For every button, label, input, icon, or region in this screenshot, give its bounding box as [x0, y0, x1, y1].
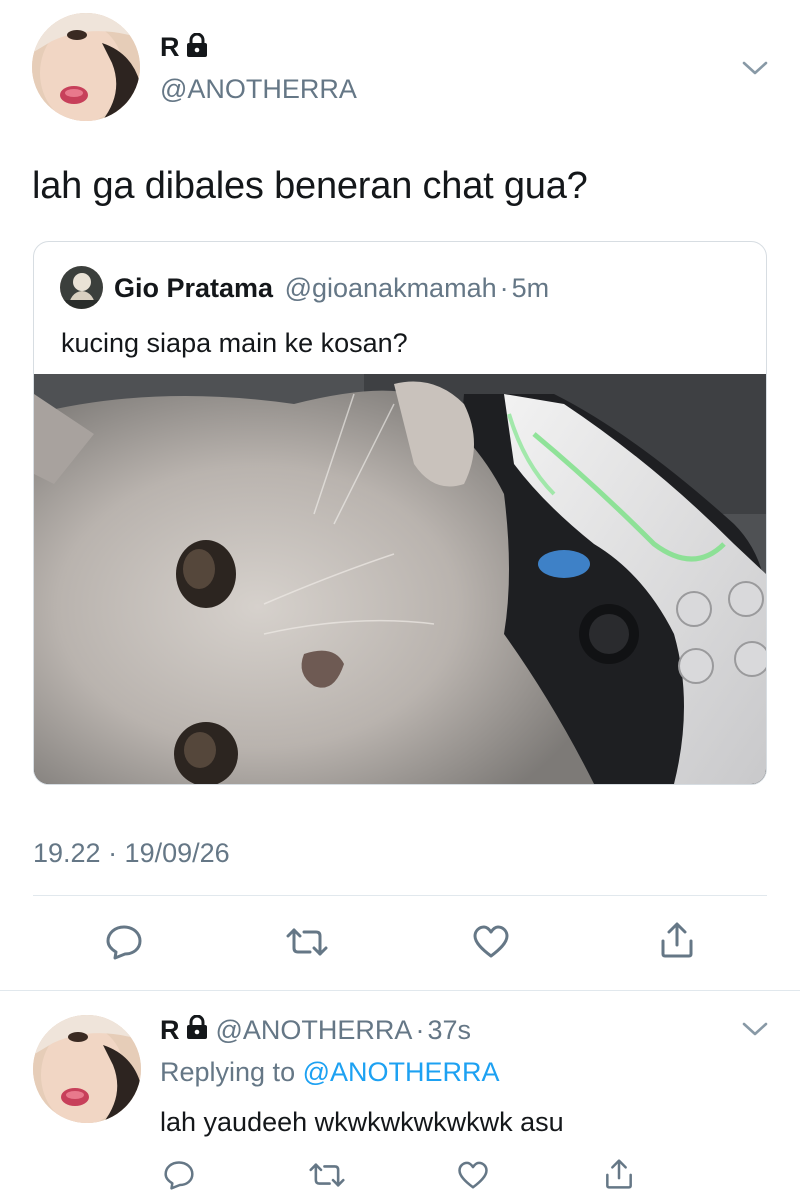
- quoted-author-avatar: [60, 266, 103, 309]
- tweet-timestamp[interactable]: 19.22 · 19/09/26: [33, 837, 230, 869]
- like-icon[interactable]: [451, 1153, 495, 1197]
- quoted-author-avatar-image: [60, 266, 103, 309]
- quoted-handle: @gioanakmamah: [284, 273, 497, 303]
- author-handle[interactable]: @ANOTHERRA: [160, 73, 357, 105]
- tweet-text: lah ga dibales beneran chat gua?: [32, 165, 588, 207]
- author-avatar-image: [32, 13, 140, 121]
- reply-author-avatar[interactable]: [33, 1015, 141, 1123]
- retweet-icon[interactable]: [305, 1153, 349, 1197]
- reply-author-avatar-image: [33, 1015, 141, 1123]
- chevron-down-icon[interactable]: [733, 46, 777, 90]
- quoted-tweet-card[interactable]: Gio Pratama @gioanakmamah · 5m kucing siap…: [33, 241, 767, 785]
- reply-tweet-text: lah yaudeeh wkwkwkwkwkwk asu: [160, 1107, 564, 1137]
- reply-icon[interactable]: [157, 1153, 201, 1197]
- reply-time[interactable]: 37s: [427, 1015, 471, 1046]
- replying-to-label: Replying to: [160, 1057, 296, 1087]
- lock-icon: [186, 1014, 208, 1046]
- author-display-name[interactable]: R: [160, 32, 180, 63]
- reply-handle[interactable]: @ANOTHERRA: [216, 1015, 413, 1046]
- quoted-display-name: Gio Pratama: [114, 273, 274, 303]
- timestamp-divider: [33, 895, 767, 896]
- share-icon[interactable]: [597, 1152, 641, 1196]
- cat-controller-photo: [34, 374, 766, 784]
- author-name-row: R: [160, 31, 208, 63]
- thread-divider: [0, 990, 800, 991]
- replying-to-link[interactable]: @ANOTHERRA: [303, 1057, 500, 1087]
- author-avatar[interactable]: [32, 13, 140, 121]
- retweet-icon[interactable]: [285, 920, 329, 964]
- quoted-tweet-text: kucing siapa main ke kosan?: [61, 328, 408, 358]
- reply-separator: ·: [415, 1014, 425, 1045]
- reply-display-name[interactable]: R: [160, 1015, 180, 1046]
- chevron-down-icon[interactable]: [733, 1007, 777, 1051]
- share-icon[interactable]: [655, 918, 699, 962]
- quoted-header-row: Gio Pratama @gioanakmamah · 5m: [114, 272, 549, 304]
- lock-icon: [186, 32, 208, 62]
- reply-header-row: R @ANOTHERRA · 37s: [160, 1013, 471, 1047]
- replying-to-row: Replying to @ANOTHERRA: [160, 1056, 500, 1088]
- quoted-media-image[interactable]: [34, 374, 766, 784]
- like-icon[interactable]: [469, 920, 513, 964]
- quoted-time: 5m: [511, 273, 550, 303]
- quoted-separator: ·: [499, 273, 509, 303]
- reply-icon[interactable]: [102, 920, 146, 964]
